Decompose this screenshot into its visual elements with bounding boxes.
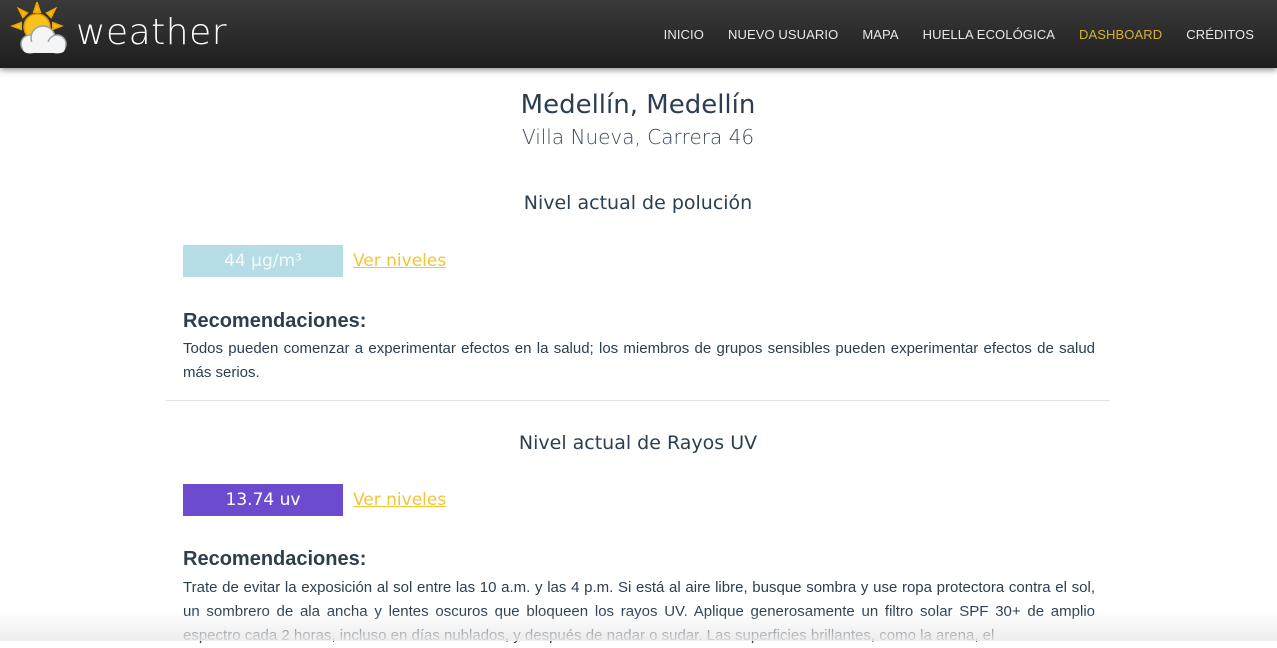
nav-item-mapa[interactable]: MAPA — [862, 27, 898, 42]
pollution-value-badge: 44 µg/m³ — [183, 245, 343, 277]
brand-name: weather — [76, 12, 228, 53]
sun-cloud-icon — [10, 2, 67, 54]
nav-item-nuevo-usuario[interactable]: NUEVO USUARIO — [728, 27, 838, 42]
pollution-levels-link[interactable]: Ver niveles — [353, 245, 446, 277]
nav-item-huella-ecologica[interactable]: HUELLA ECOLÓGICA — [923, 27, 1055, 42]
main-nav: INICIO NUEVO USUARIO MAPA HUELLA ECOLÓGI… — [664, 0, 1277, 68]
pollution-section-title: Nivel actual de polución — [523, 192, 753, 214]
nav-item-dashboard[interactable]: DASHBOARD — [1079, 27, 1162, 42]
uv-recommendations-text: Trate de evitar la exposición al sol ent… — [183, 579, 1095, 644]
top-navbar: weather INICIO NUEVO USUARIO MAPA HUELLA… — [0, 0, 1277, 68]
brand[interactable]: weather — [10, 0, 227, 68]
pollution-recommendations-title: Recomendaciones: — [183, 310, 367, 332]
city-title: Medellín, Medellín — [520, 90, 756, 120]
uv-recommendations-title: Recomendaciones: — [183, 548, 367, 570]
pollution-recommendations-text: Todos pueden comenzar a experimentar efe… — [183, 340, 1095, 381]
address-subtitle: Villa Nueva, Carrera 46 — [521, 125, 755, 149]
uv-value-badge: 13.74 uv — [183, 484, 343, 516]
nav-item-inicio[interactable]: INICIO — [664, 27, 704, 42]
section-divider — [166, 400, 1110, 401]
uv-levels-link[interactable]: Ver niveles — [353, 484, 446, 516]
nav-item-creditos[interactable]: CRÉDITOS — [1186, 27, 1254, 42]
uv-section-title: Nivel actual de Rayos UV — [518, 432, 758, 454]
